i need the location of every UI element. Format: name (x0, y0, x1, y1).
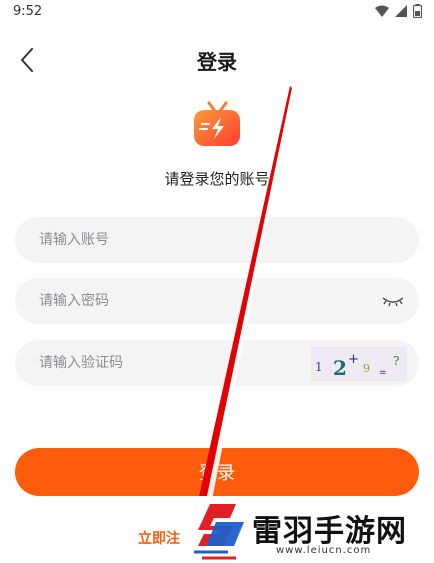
svg-text:2: 2 (333, 356, 347, 380)
watermark-logo: 雷羽手游网 www.leiucn.com (184, 496, 434, 563)
wifi-icon (375, 5, 389, 17)
captcha-field[interactable]: 1 2 + 9 = ? (15, 340, 419, 386)
watermark-emblem-icon (194, 504, 244, 560)
svg-text:9: 9 (363, 362, 370, 375)
app-logo (192, 100, 242, 150)
password-input[interactable] (37, 292, 397, 310)
svg-text:?: ? (393, 354, 399, 368)
status-bar: 9:52 (0, 0, 434, 24)
login-button[interactable]: 登录 (15, 448, 419, 496)
svg-text:=: = (379, 368, 387, 378)
captcha-image[interactable]: 1 2 + 9 = ? (311, 347, 407, 381)
eye-closed-icon[interactable] (381, 290, 405, 312)
signal-icon (395, 5, 407, 17)
header: 登录 (0, 40, 434, 80)
svg-text:1: 1 (315, 360, 323, 374)
register-link[interactable]: 立即注 (138, 528, 180, 548)
account-input[interactable] (37, 231, 397, 249)
account-field[interactable] (15, 217, 419, 263)
watermark-url: www.leiucn.com (276, 545, 372, 556)
login-subtitle: 请登录您的账号 (164, 170, 270, 188)
watermark-name: 雷羽手游网 (252, 514, 407, 549)
battery-icon (413, 4, 422, 18)
page-title: 登录 (197, 50, 237, 74)
tv-flash-logo-icon (194, 101, 240, 146)
password-field[interactable] (15, 278, 419, 324)
status-icons (375, 4, 422, 18)
svg-text:+: + (348, 352, 359, 367)
captcha-graphic: 1 2 + 9 = ? (315, 352, 399, 380)
status-time: 9:52 (13, 4, 43, 19)
